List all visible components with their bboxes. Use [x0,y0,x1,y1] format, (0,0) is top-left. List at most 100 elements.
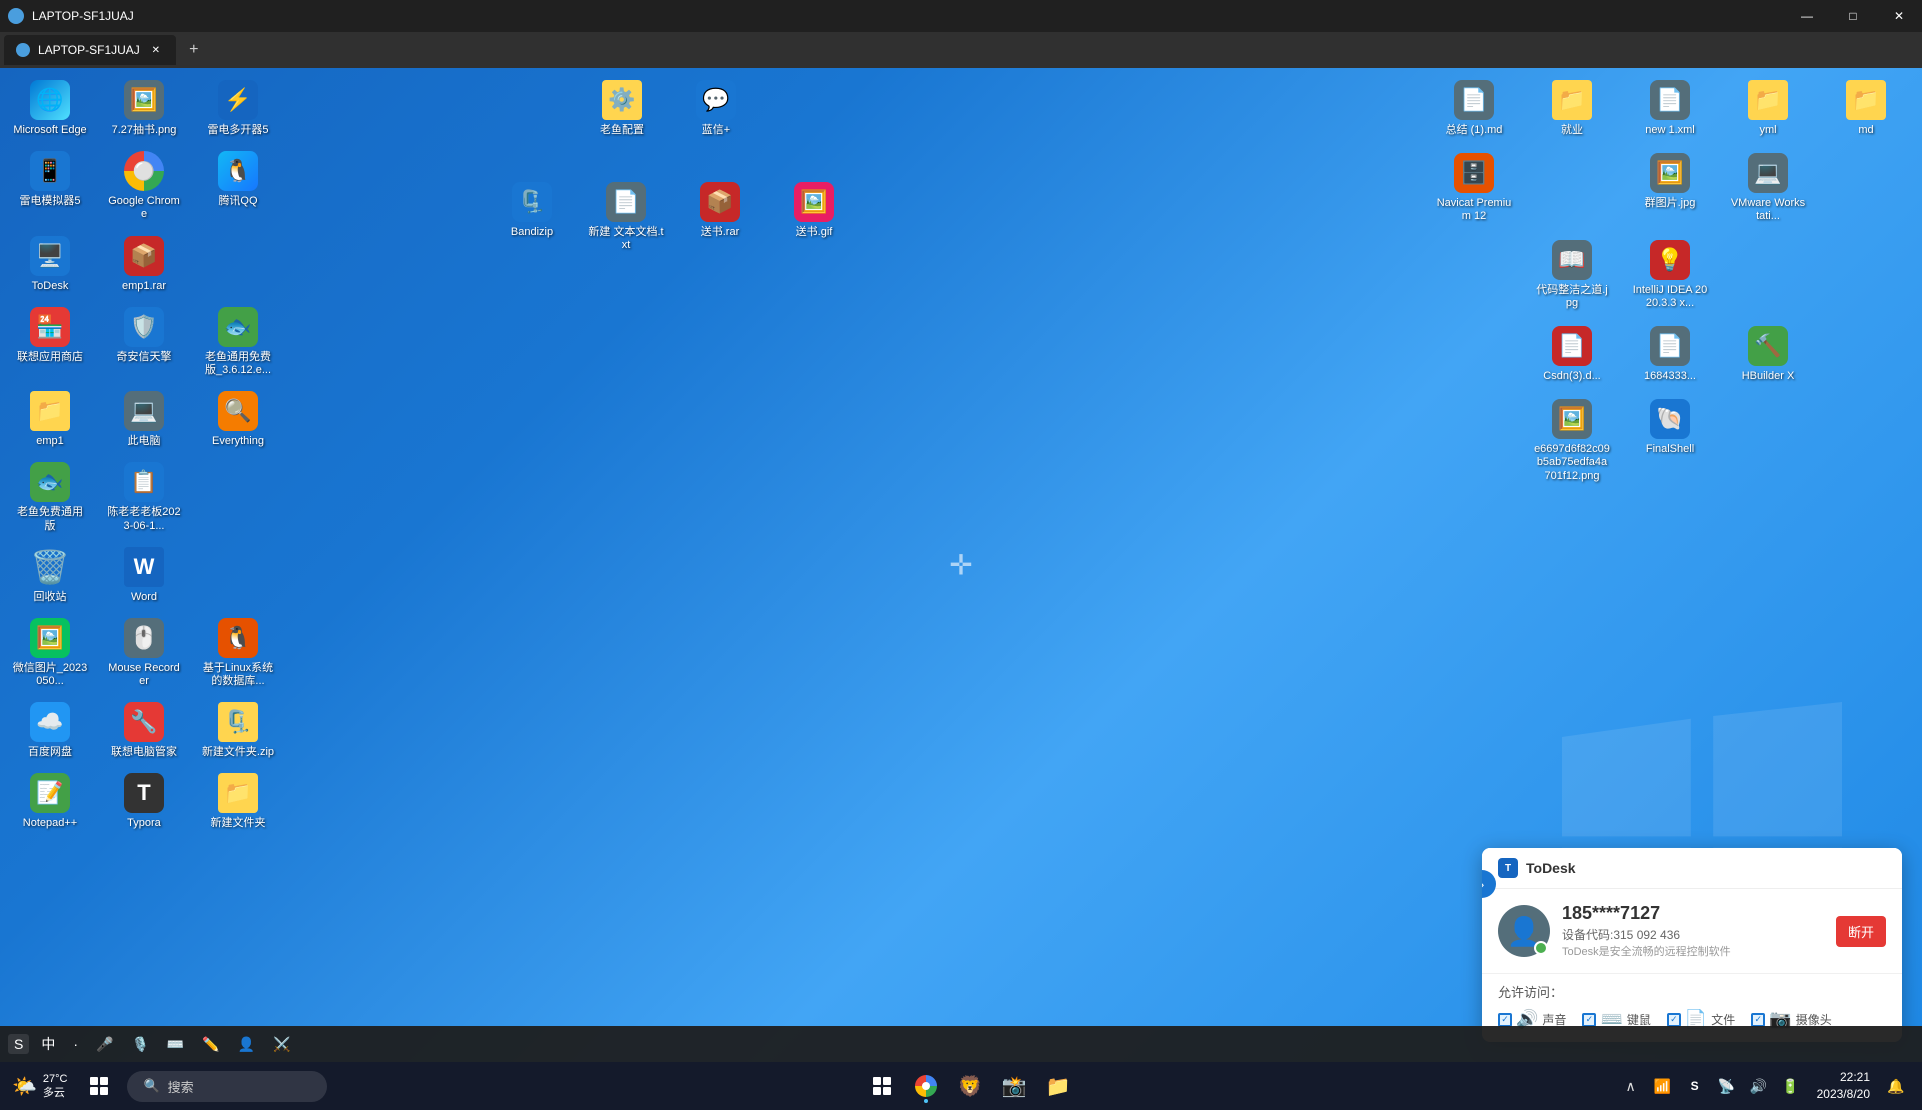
file-checkbox[interactable]: ✓ [1667,1013,1681,1027]
icon-baidu-disk[interactable]: ☁️ 百度网盘 [8,698,92,763]
taskbar-battery-icon[interactable]: 🔋 [1777,1072,1805,1100]
icon-employment[interactable]: 📁 就业 [1530,76,1614,141]
songbookgif-icon: 🖼️ [794,182,834,222]
taskbar-chrome-pinned[interactable] [906,1066,946,1106]
icon-emp1-rar[interactable]: 📦 emp1.rar [102,232,186,297]
icon-everything[interactable]: 🔍 Everything [196,387,280,452]
icon-this-pc[interactable]: 💻 此电脑 [102,387,186,452]
taskbar-shuangpin-icon[interactable]: S [1681,1072,1709,1100]
icon-laoyu-free[interactable]: 🐟 老鱼通用免费版_3.6.12.e... [196,303,280,381]
camera-checkbox[interactable]: ✓ [1751,1013,1765,1027]
ime-keyboard-icon[interactable]: ⌨️ [161,1034,190,1055]
taskbar-search-box[interactable]: 🔍 搜索 [127,1071,327,1102]
taskbar-wifi-icon[interactable]: 📡 [1713,1072,1741,1100]
ime-voice-icon[interactable]: 🎤 [90,1034,119,1055]
icon-code-clean[interactable]: 📖 代码整洁之道.jpg [1530,236,1614,314]
ime-pen-icon[interactable]: ✏️ [196,1034,225,1055]
icon-finalshell[interactable]: 🐚 FinalShell [1628,395,1712,487]
icon-todesk[interactable]: 🖥️ ToDesk [8,232,92,297]
icon-bandizip[interactable]: 🗜️ Bandizip [490,178,574,256]
icon-lianxiang-store[interactable]: 🏪 联想应用商店 [8,303,92,381]
taskbar-browser2[interactable]: 🦁 [950,1066,990,1106]
icon-hbuilder[interactable]: 🔨 HBuilder X [1726,322,1810,387]
icon-mouse-recorder[interactable]: 🖱️ Mouse Recorder [102,614,186,692]
icon-e6697[interactable]: 🖼️ e6697d6f82c09b5ab75edfa4a701f12.png [1530,395,1614,487]
everything-icon: 🔍 [218,391,258,431]
icon-google-chrome[interactable]: ⚪ Google Chrome [102,147,186,225]
icon-laoyu-config[interactable]: ⚙️ 老鱼配置 [580,76,664,141]
icon-lenovo-mgr[interactable]: 🔧 联想电脑管家 [102,698,186,763]
taskbar-task-view[interactable] [862,1066,902,1106]
icon-songbook-rar[interactable]: 📦 送书.rar [678,178,762,256]
taskbar-folder[interactable]: 📁 [1038,1066,1078,1106]
icon-linux-db[interactable]: 🐧 基于Linux系统的数据库... [196,614,280,692]
icon-new-folder[interactable]: 📁 新建文件夹 [196,769,280,834]
ime-dot[interactable]: · [67,1034,84,1054]
title-bar: LAPTOP-SF1JUAJ — □ ✕ [0,0,1922,32]
laoyu-icon: 🐟 [218,307,258,347]
icon-songbook-gif[interactable]: 🖼️ 送书.gif [772,178,856,256]
icon-group-img[interactable]: 🖼️ 群图片.jpg [1628,149,1712,227]
taskbar-notification[interactable]: 🔔 [1882,1072,1910,1100]
icon-wechat-img[interactable]: 🖼️ 微信图片_2023050... [8,614,92,692]
weather-temp: 27°C [43,1073,68,1085]
icon-csdn-d[interactable]: 📄 Csdn(3).d... [1530,322,1614,387]
icon-typora[interactable]: T Typora [102,769,186,834]
taskbar-chevron-up[interactable]: ∧ [1617,1072,1645,1100]
icon-lei-dian-5[interactable]: ⚡ 雷电多开器5 [196,76,280,141]
icon-yml[interactable]: 📁 yml [1726,76,1810,141]
taskbar-volume-icon[interactable]: 🔊 [1745,1072,1773,1100]
icon-chen-lao-board[interactable]: 📋 陈老老老板2023-06-1... [102,458,186,536]
taskbar-screenshot[interactable]: 📸 [994,1066,1034,1106]
todesk-user-info: 185****7127 设备代码:315 092 436 ToDesk是安全流畅… [1562,903,1824,959]
ime-chinese-toggle[interactable]: 中 [35,1032,61,1056]
taskbar-network-icon[interactable]: 📶 [1649,1072,1677,1100]
leidiansim-label: 雷电模拟器5 [19,195,80,208]
ime-mic-icon[interactable]: 🎙️ [125,1034,154,1055]
icon-lei-dian-sim[interactable]: 📱 雷电模拟器5 [8,147,92,225]
laoyu2-label: 老鱼免费通用版 [12,506,88,532]
icon-emp1-folder[interactable]: 📁 emp1 [8,387,92,452]
todesk-disconnect-button[interactable]: 断开 [1836,916,1886,947]
sound-checkbox[interactable]: ✓ [1498,1013,1512,1027]
todesk-device-code: 设备代码:315 092 436 [1562,926,1824,943]
icon-summary-md[interactable]: 📄 总结 (1).md [1432,76,1516,141]
icon-laoyu-free2[interactable]: 🐟 老鱼免费通用版 [8,458,92,536]
icon-new1-xml[interactable]: 📄 new 1.xml [1628,76,1712,141]
taskbar-clock[interactable]: 22:21 2023/8/20 [1809,1069,1878,1103]
ime-shuangpin-icon[interactable]: S [8,1034,29,1054]
icon-1684333[interactable]: 📄 1684333... [1628,322,1712,387]
icon-word[interactable]: W Word [102,543,186,608]
typora-icon: T [124,773,164,813]
icon-new-zip[interactable]: 🗜️ 新建文件夹.zip [196,698,280,763]
ime-sword-icon[interactable]: ⚔️ [267,1034,296,1055]
hbuilder-icon: 🔨 [1748,326,1788,366]
active-tab[interactable]: LAPTOP-SF1JUAJ ✕ [4,35,176,65]
keyboard-checkbox[interactable]: ✓ [1582,1013,1596,1027]
icon-vmware[interactable]: 💻 VMware Workstati... [1726,149,1810,227]
new-tab-button[interactable]: + [180,36,208,64]
start-button[interactable] [79,1066,119,1106]
maximize-button[interactable]: □ [1830,0,1876,32]
icon-7-27-thumb[interactable]: 🖼️ 7.27抽书.png [102,76,186,141]
icon-navicat[interactable]: 🗄️ Navicat Premium 12 [1432,149,1516,227]
ime-person-icon[interactable]: 👤 [232,1034,261,1055]
icon-new-txt[interactable]: 📄 新建 文本文档.txt [584,178,668,256]
icon-recycle-bin[interactable]: 🗑️ 回收站 [8,543,92,608]
icon-tencent-qq[interactable]: 🐧 腾讯QQ [196,147,280,225]
desktop: ✛ 🌐 Microsoft Edge 🖼️ 7.27抽书.png ⚡ 雷电多开器… [0,68,1922,1062]
todesk-popup-inner: › T ToDesk 👤 185****7127 设备代码:315 092 43… [1482,848,1902,1042]
icon-notepadpp[interactable]: 📝 Notepad++ [8,769,92,834]
minimize-button[interactable]: — [1784,0,1830,32]
chrome-label: Google Chrome [106,195,182,221]
icon-lanxin-plus[interactable]: 💬 蓝信+ [674,76,758,141]
taskbar-weather[interactable]: 🌤️ 27°C 多云 [0,1072,79,1101]
close-button[interactable]: ✕ [1876,0,1922,32]
icon-intellij[interactable]: 💡 IntelliJ IDEA 2020.3.3 x... [1628,236,1712,314]
icon-qiyi-sky[interactable]: 🛡️ 奇安信天擎 [102,303,186,381]
1684333-icon: 📄 [1650,326,1690,366]
icon-microsoft-edge[interactable]: 🌐 Microsoft Edge [8,76,92,141]
edge-label: Microsoft Edge [13,124,86,137]
icon-md-folder[interactable]: 📁 md [1824,76,1908,141]
tab-close-button[interactable]: ✕ [148,42,164,58]
